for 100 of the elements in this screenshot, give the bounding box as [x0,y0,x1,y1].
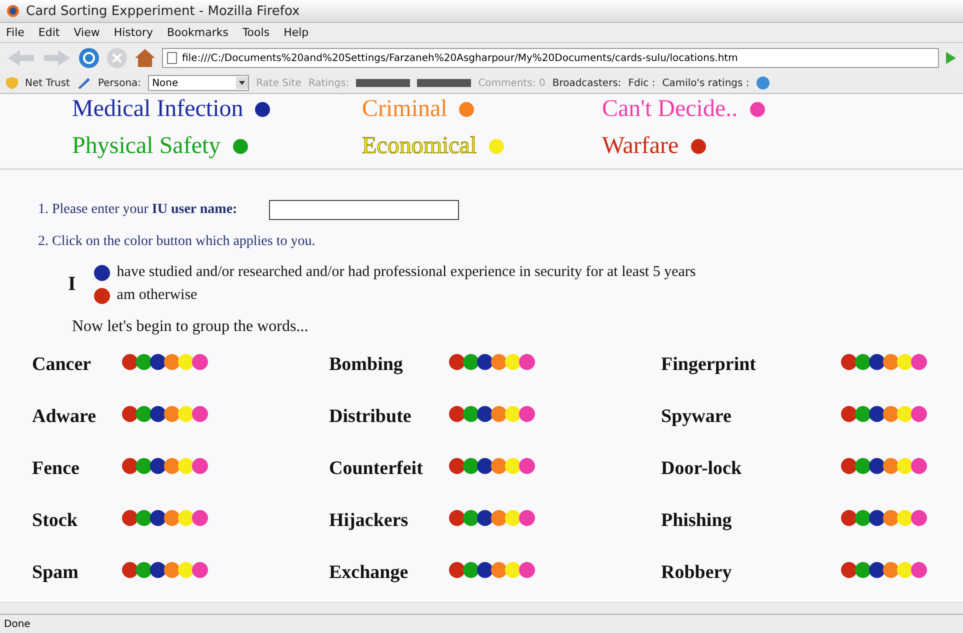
color-button[interactable] [178,354,194,370]
color-button[interactable] [164,510,180,526]
color-button[interactable] [122,510,138,526]
color-button[interactable] [136,406,152,422]
color-button[interactable] [911,406,927,422]
color-button[interactable] [122,458,138,474]
color-button[interactable] [94,288,110,304]
color-button[interactable] [869,510,885,526]
color-button[interactable] [463,562,479,578]
net-trust-label[interactable]: Net Trust [25,78,70,88]
color-button[interactable] [94,264,110,280]
menu-item[interactable]: View [74,26,100,39]
color-button[interactable] [136,562,152,578]
color-button[interactable] [505,510,521,526]
color-button[interactable] [122,562,138,578]
menu-item[interactable]: File [6,26,24,39]
color-button[interactable] [463,458,479,474]
color-button[interactable] [883,510,899,526]
color-button[interactable] [192,354,208,370]
color-button[interactable] [122,354,138,370]
color-button[interactable] [505,562,521,578]
color-button[interactable] [519,406,535,422]
color-button[interactable] [491,458,507,474]
color-button[interactable] [897,510,913,526]
color-button[interactable] [491,510,507,526]
color-button[interactable] [505,354,521,370]
color-button[interactable] [192,458,208,474]
menu-item[interactable]: Help [284,26,309,39]
color-button[interactable] [869,458,885,474]
menu-item[interactable]: Bookmarks [166,26,228,39]
color-button[interactable] [164,406,180,422]
color-button[interactable] [449,406,465,422]
color-button[interactable] [897,562,913,578]
color-button[interactable] [855,354,871,370]
color-button[interactable] [505,458,521,474]
color-button[interactable] [897,406,913,422]
color-button[interactable] [897,354,913,370]
menu-item[interactable]: Tools [242,26,270,39]
color-button[interactable] [477,354,493,370]
color-button[interactable] [869,354,885,370]
user-name-field[interactable] [269,200,460,220]
color-button[interactable] [883,458,899,474]
color-button[interactable] [841,562,857,578]
color-button[interactable] [178,406,194,422]
color-button[interactable] [192,406,208,422]
color-button[interactable] [519,562,535,578]
color-button[interactable] [449,458,465,474]
color-button[interactable] [883,406,899,422]
color-button[interactable] [122,406,138,422]
color-button[interactable] [519,354,535,370]
color-button[interactable] [477,406,493,422]
color-button[interactable] [136,354,152,370]
color-button[interactable] [491,562,507,578]
color-button[interactable] [136,458,152,474]
color-button[interactable] [178,458,194,474]
color-button[interactable] [192,562,208,578]
color-button[interactable] [855,510,871,526]
broadcasters-label[interactable]: Broadcasters: [552,78,622,88]
color-button[interactable] [841,354,857,370]
home-icon[interactable] [134,48,156,68]
color-button[interactable] [477,510,493,526]
color-button[interactable] [164,354,180,370]
color-button[interactable] [841,406,857,422]
color-button[interactable] [841,458,857,474]
color-button[interactable] [150,354,166,370]
color-button[interactable] [463,510,479,526]
color-button[interactable] [150,458,166,474]
color-button[interactable] [869,562,885,578]
color-button[interactable] [449,562,465,578]
color-button[interactable] [841,510,857,526]
address-field[interactable]: file:///C:/Documents%20and%20Settings/Farzaneh%20Asgharpour/My%20Documents/cards-sulu/locations.htm [162,48,939,68]
color-button[interactable] [911,510,927,526]
color-button[interactable] [477,562,493,578]
color-button[interactable] [463,406,479,422]
color-button[interactable] [136,510,152,526]
color-button[interactable] [150,406,166,422]
color-button[interactable] [178,510,194,526]
color-button[interactable] [449,354,465,370]
color-button[interactable] [491,406,507,422]
color-button[interactable] [519,510,535,526]
color-button[interactable] [164,562,180,578]
color-button[interactable] [911,458,927,474]
color-button[interactable] [505,406,521,422]
menu-item[interactable]: Edit [38,26,60,39]
horizontal-scrollbar[interactable] [0,602,963,614]
color-button[interactable] [519,458,535,474]
color-button[interactable] [150,562,166,578]
color-button[interactable] [463,354,479,370]
color-button[interactable] [883,354,899,370]
color-button[interactable] [178,562,194,578]
color-button[interactable] [449,510,465,526]
color-button[interactable] [491,354,507,370]
color-button[interactable] [855,458,871,474]
go-icon[interactable] [945,51,957,65]
color-button[interactable] [164,458,180,474]
menu-item[interactable]: History [114,26,153,39]
persona-dropdown[interactable]: None [148,75,250,91]
color-button[interactable] [883,562,899,578]
color-button[interactable] [477,458,493,474]
color-button[interactable] [869,406,885,422]
